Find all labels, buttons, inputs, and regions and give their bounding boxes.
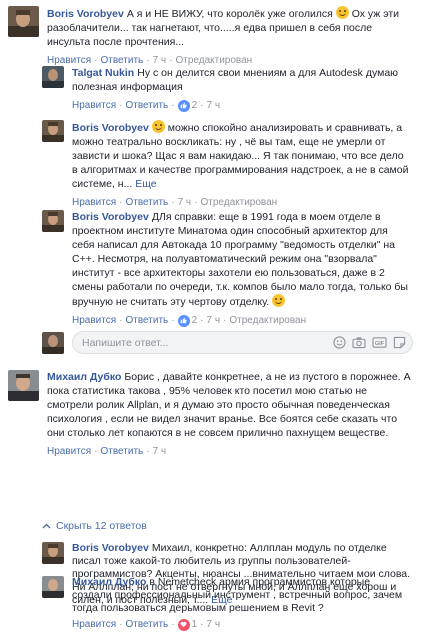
sticker-icon[interactable] [393, 336, 406, 349]
reply-link[interactable]: Ответить [125, 196, 168, 209]
svg-text:GIF: GIF [375, 341, 385, 347]
current-user-avatar [42, 331, 64, 354]
reply-input[interactable] [82, 336, 333, 349]
avatar[interactable] [42, 210, 64, 232]
avatar[interactable] [42, 120, 64, 142]
comment-author[interactable]: Boris Vorobyev [72, 211, 149, 223]
timestamp[interactable]: 7 ч [206, 99, 220, 112]
reply-comment: Boris Vorobyev можно спокойно анализиров… [42, 120, 413, 209]
smile-emoji-icon [272, 294, 286, 307]
comment-author[interactable]: Talgat Nukin [72, 67, 134, 79]
like-link[interactable]: Нравится [72, 99, 116, 112]
reaction-count[interactable]: 2 [192, 99, 198, 112]
timestamp[interactable]: 7 ч [153, 445, 167, 458]
reply-comment: Михаил Дубко в Nemetcheck армия программи… [42, 576, 413, 631]
avatar[interactable] [8, 370, 39, 401]
comment-text: А я и НЕ ВИЖУ, что королёк уже оголился [126, 8, 336, 20]
avatar[interactable] [42, 576, 64, 598]
smile-emoji-icon [335, 6, 349, 19]
hide-replies-toggle[interactable]: Скрыть 12 ответов [42, 520, 147, 532]
comment-author[interactable]: Boris Vorobyev [72, 122, 149, 134]
like-reaction-icon[interactable] [177, 99, 190, 112]
avatar[interactable] [42, 66, 64, 88]
separator: · [146, 446, 150, 457]
like-link[interactable]: Нравится [72, 618, 116, 631]
comment-author[interactable]: Михаил Дубко [72, 576, 146, 588]
separator: · [223, 315, 227, 326]
comment-author[interactable]: Boris Vorobyev [72, 542, 149, 554]
separator: · [119, 315, 123, 326]
reply-comment: Talgat Nukin Ну с он делится свои мнениям… [42, 66, 413, 112]
reply-link[interactable]: Ответить [125, 618, 168, 631]
separator: · [200, 315, 204, 326]
separator: · [119, 619, 123, 630]
emoji-picker-icon[interactable] [333, 336, 346, 349]
separator: · [171, 315, 175, 326]
like-link[interactable]: Нравится [72, 314, 116, 327]
reply-composer: GIF [42, 331, 413, 354]
hide-replies-label[interactable]: Скрыть 12 ответов [56, 520, 147, 532]
timestamp[interactable]: 7 ч [178, 196, 192, 209]
comment: Михаил Дубко Борис , давайте конкретнее, … [8, 370, 413, 458]
reaction-count[interactable]: 1 [192, 618, 198, 631]
reply-link[interactable]: Ответить [125, 314, 168, 327]
reply-comment: Boris Vorobyev ДЛя справки: еще в 1991 го… [42, 210, 413, 327]
gif-icon[interactable]: GIF [372, 336, 387, 349]
separator: · [194, 197, 198, 208]
separator: · [171, 619, 175, 630]
timestamp[interactable]: 7 ч [206, 618, 220, 631]
see-more-link[interactable]: Еще [135, 178, 156, 190]
reply-link[interactable]: Ответить [125, 99, 168, 112]
separator: · [119, 197, 123, 208]
separator: · [171, 197, 175, 208]
separator: · [119, 100, 123, 111]
separator: · [200, 100, 204, 111]
love-reaction-icon[interactable] [177, 618, 190, 631]
chevron-up-icon [42, 523, 51, 529]
avatar[interactable] [42, 542, 64, 564]
comment-author[interactable]: Михаил Дубко [47, 371, 121, 383]
reply-input-wrapper[interactable]: GIF [72, 331, 413, 354]
like-link[interactable]: Нравится [72, 196, 116, 209]
comment-author[interactable]: Boris Vorobyev [47, 8, 124, 20]
timestamp[interactable]: 7 ч [206, 314, 220, 327]
edited-label[interactable]: Отредактирован [200, 196, 277, 209]
separator: · [171, 100, 175, 111]
reply-link[interactable]: Ответить [100, 445, 143, 458]
edited-label[interactable]: Отредактирован [229, 314, 306, 327]
like-reaction-icon[interactable] [177, 314, 190, 327]
separator: · [94, 446, 98, 457]
separator: · [200, 619, 204, 630]
comment-text: ДЛя справки: еще в 1991 года в моем отде… [72, 211, 408, 308]
smile-emoji-icon [151, 120, 165, 133]
like-link[interactable]: Нравится [47, 445, 91, 458]
camera-icon[interactable] [352, 336, 366, 349]
comment: Boris Vorobyev А я и НЕ ВИЖУ, что королёк… [8, 6, 413, 67]
avatar[interactable] [8, 6, 39, 37]
reaction-count[interactable]: 2 [192, 314, 198, 327]
